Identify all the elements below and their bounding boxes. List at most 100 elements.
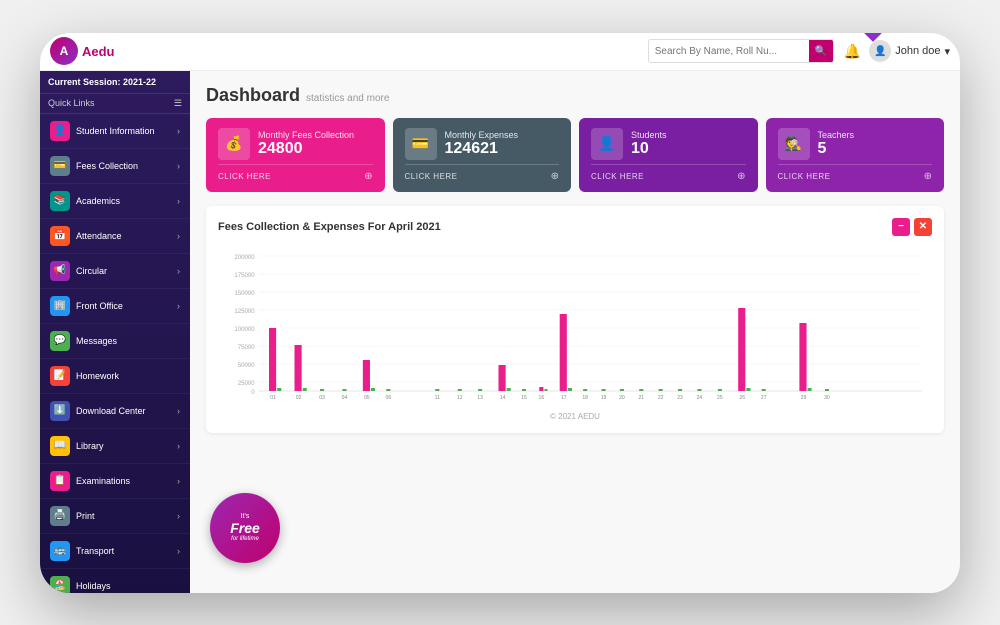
chart-close-button[interactable]: ✕ xyxy=(914,218,932,236)
svg-text:16: 16 xyxy=(538,395,544,401)
sidebar-label: Academics xyxy=(76,196,177,206)
sidebar-session: Current Session: 2021-22 xyxy=(40,71,190,94)
click-here-label: CLICK HERE xyxy=(218,172,271,181)
svg-text:0: 0 xyxy=(251,390,255,396)
sidebar-item-holidays[interactable]: 🏖️ Holidays xyxy=(40,569,190,593)
stat-card-1: 💳 Monthly Expenses 124621 CLICK HERE ⊕ xyxy=(393,118,572,192)
sidebar-icon: 📅 xyxy=(50,226,70,246)
svg-text:25: 25 xyxy=(717,395,723,401)
stat-card-header: 🕵️ Teachers 5 xyxy=(778,128,933,160)
sidebar-item-library[interactable]: 📖 Library › xyxy=(40,429,190,464)
search-button[interactable]: 🔍 xyxy=(809,39,833,63)
user-avatar: 👤 xyxy=(869,40,891,62)
bar-green-24 xyxy=(697,389,701,391)
bar-pink-16 xyxy=(539,387,543,391)
search-input[interactable] xyxy=(649,46,809,57)
sidebar-label: Student Information xyxy=(76,126,177,136)
sidebar-item-messages[interactable]: 💬 Messages xyxy=(40,324,190,359)
bar-chart: 200000 175000 150000 125000 100000 75000… xyxy=(218,246,932,406)
sidebar-chevron-icon: › xyxy=(177,231,180,241)
page-title: Dashboard xyxy=(206,85,300,106)
bar-green-25 xyxy=(718,389,722,391)
sidebar-label: Front Office xyxy=(76,301,177,311)
content-area: Dashboard statistics and more 💰 Monthly … xyxy=(190,71,960,593)
sidebar-item-transport[interactable]: 🚌 Transport › xyxy=(40,534,190,569)
bar-pink-26 xyxy=(738,308,745,391)
stat-card-footer: CLICK HERE ⊕ xyxy=(778,164,933,182)
sidebar-label: Attendance xyxy=(76,231,177,241)
sidebar-item-student-information[interactable]: 👤 Student Information › xyxy=(40,114,190,149)
sidebar-icon: 🚌 xyxy=(50,541,70,561)
svg-text:20: 20 xyxy=(619,395,625,401)
svg-text:29: 29 xyxy=(801,395,807,401)
sidebar-label: Circular xyxy=(76,266,177,276)
sidebar-item-attendance[interactable]: 📅 Attendance › xyxy=(40,219,190,254)
sidebar-item-homework[interactable]: 📝 Homework xyxy=(40,359,190,394)
page-title-area: Dashboard statistics and more xyxy=(206,85,944,106)
bar-green-20 xyxy=(620,389,624,391)
quick-links-label: Quick Links xyxy=(48,98,95,108)
bar-green-16 xyxy=(544,389,547,391)
session-label: Current Session: 2021-22 xyxy=(48,77,182,87)
sidebar-item-circular[interactable]: 📢 Circular › xyxy=(40,254,190,289)
svg-text:17: 17 xyxy=(561,395,567,401)
sidebar-item-examinations[interactable]: 📋 Examinations › xyxy=(40,464,190,499)
chart-minimize-button[interactable]: − xyxy=(892,218,910,236)
sidebar-label: Examinations xyxy=(76,476,177,486)
stat-card-more-icon[interactable]: ⊕ xyxy=(924,171,932,182)
svg-text:24: 24 xyxy=(697,395,703,401)
sidebar-icon: 🏖️ xyxy=(50,576,70,593)
sidebar-icon: 💬 xyxy=(50,331,70,351)
sidebar-item-fees-collection[interactable]: 💳 Fees Collection › xyxy=(40,149,190,184)
app-container: A Aedu 🔍 🔔 👤 John doe ▾ xyxy=(40,33,960,593)
stat-card-icon: 👤 xyxy=(591,128,623,160)
topbar: A Aedu 🔍 🔔 👤 John doe ▾ xyxy=(40,33,960,71)
hamburger-icon[interactable]: ☰ xyxy=(174,98,182,109)
sidebar-label: Holidays xyxy=(76,581,180,591)
sidebar-chevron-icon: › xyxy=(177,266,180,276)
sidebar-item-print[interactable]: 🖨️ Print › xyxy=(40,499,190,534)
bar-green-23 xyxy=(678,389,682,391)
stat-card-more-icon[interactable]: ⊕ xyxy=(551,171,559,182)
svg-text:19: 19 xyxy=(601,395,607,401)
stat-card-value: 124621 xyxy=(445,140,519,158)
user-dropdown-icon: ▾ xyxy=(944,45,950,58)
user-area[interactable]: 👤 John doe ▾ xyxy=(869,40,950,62)
bar-green-14 xyxy=(507,388,511,391)
sidebar-item-front-office[interactable]: 🏢 Front Office › xyxy=(40,289,190,324)
stat-card-header: 👤 Students 10 xyxy=(591,128,746,160)
stat-card-label: Students xyxy=(631,130,667,140)
sidebar: Current Session: 2021-22 Quick Links ☰ 👤… xyxy=(40,71,190,593)
main-layout: Current Session: 2021-22 Quick Links ☰ 👤… xyxy=(40,71,960,593)
click-here-label: CLICK HERE xyxy=(778,172,831,181)
stat-card-info: Monthly Expenses 124621 xyxy=(445,130,519,158)
bell-icon[interactable]: 🔔 xyxy=(844,43,861,60)
page-subtitle: statistics and more xyxy=(306,93,389,104)
svg-text:50000: 50000 xyxy=(238,363,256,369)
svg-text:02: 02 xyxy=(296,395,302,401)
sidebar-item-academics[interactable]: 📚 Academics › xyxy=(40,184,190,219)
bar-green-21 xyxy=(639,389,643,391)
bar-pink-17 xyxy=(560,314,567,391)
bar-pink-29 xyxy=(799,323,806,391)
sidebar-item-download-center[interactable]: ⬇️ Download Center › xyxy=(40,394,190,429)
svg-text:18: 18 xyxy=(582,395,588,401)
stat-card-icon: 🕵️ xyxy=(778,128,810,160)
logo-icon: A xyxy=(50,37,78,65)
svg-text:30: 30 xyxy=(824,395,830,401)
bar-pink-02 xyxy=(295,345,302,391)
stat-card-more-icon[interactable]: ⊕ xyxy=(364,171,372,182)
user-name: John doe xyxy=(895,45,940,57)
badge-its: It's xyxy=(241,513,250,520)
sidebar-label: Fees Collection xyxy=(76,161,177,171)
stat-card-footer: CLICK HERE ⊕ xyxy=(218,164,373,182)
stat-card-more-icon[interactable]: ⊕ xyxy=(737,171,745,182)
svg-text:75000: 75000 xyxy=(238,345,256,351)
search-box: 🔍 xyxy=(648,39,834,63)
stat-card-info: Students 10 xyxy=(631,130,667,158)
sidebar-icon: 📝 xyxy=(50,366,70,386)
svg-text:01: 01 xyxy=(270,395,276,401)
sidebar-label: Messages xyxy=(76,336,180,346)
copyright-text: © 2021 AEDU xyxy=(218,412,932,421)
topbar-icons: 🔔 👤 John doe ▾ xyxy=(844,40,950,62)
